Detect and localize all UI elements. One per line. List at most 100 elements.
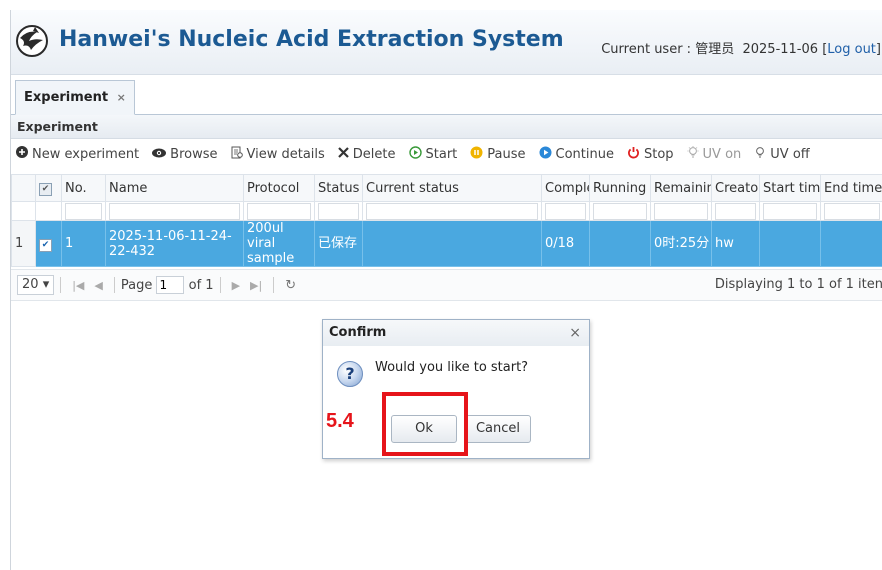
bulb-icon xyxy=(754,146,766,163)
cell-protocol: 200ul viral sample xyxy=(243,220,315,267)
cell-creator: hw xyxy=(711,220,760,267)
view-details-label: View details xyxy=(246,146,325,162)
filter-cell[interactable] xyxy=(243,201,315,221)
filter-cell[interactable] xyxy=(589,201,651,221)
column-header[interactable]: Current status xyxy=(362,174,542,202)
view-details-button[interactable]: View details xyxy=(231,146,325,163)
filter-cell[interactable] xyxy=(314,201,363,221)
column-header[interactable]: Start time xyxy=(759,174,821,202)
start-button[interactable]: Start xyxy=(408,145,457,163)
cell-name: 2025-11-06-11-24-22-432 xyxy=(105,220,244,267)
filter-input[interactable] xyxy=(65,202,102,220)
continue-label: Continue xyxy=(555,146,614,162)
experiment-table: ✔ No. Name Protocol Status Current statu… xyxy=(11,174,882,267)
divider xyxy=(273,277,275,293)
continue-button[interactable]: Continue xyxy=(539,146,614,163)
logout-link[interactable]: Log out xyxy=(827,42,876,57)
filter-cell[interactable] xyxy=(61,201,106,221)
filter-cell[interactable] xyxy=(541,201,590,221)
stop-button[interactable]: Stop xyxy=(627,146,674,163)
cancel-button[interactable]: Cancel xyxy=(465,415,531,443)
user-info: Current user : 管理员 2025-11-06 [Log out] xyxy=(601,38,881,57)
cell-no: 1 xyxy=(61,220,106,267)
column-header[interactable]: Remainin xyxy=(650,174,712,202)
filter-input[interactable] xyxy=(318,202,359,220)
filter-cell[interactable] xyxy=(820,201,882,221)
page-size-value: 20 xyxy=(22,277,39,292)
dialog-title: Confirm xyxy=(329,325,387,340)
filter-input[interactable] xyxy=(109,202,240,220)
column-header[interactable]: Protocol xyxy=(243,174,315,202)
filter-input[interactable] xyxy=(763,202,817,220)
filter-input[interactable] xyxy=(715,202,756,220)
row-checkbox[interactable]: ✔ xyxy=(39,238,52,252)
uv-on-button[interactable]: UV on xyxy=(687,145,741,163)
row-number: 1 xyxy=(11,220,36,267)
column-header[interactable]: No. xyxy=(61,174,106,202)
refresh-icon[interactable]: ↻ xyxy=(285,278,296,293)
page-number-input[interactable] xyxy=(156,276,185,294)
power-icon xyxy=(627,146,640,163)
filter-cell[interactable] xyxy=(105,201,244,221)
filter-input[interactable] xyxy=(247,202,311,220)
filter-cell[interactable] xyxy=(759,201,821,221)
select-all-cell[interactable]: ✔ xyxy=(35,174,62,202)
cell-end-time xyxy=(820,220,882,267)
tab-bar: Experiment × xyxy=(11,80,882,115)
filter-cell xyxy=(11,201,36,221)
prev-page-icon[interactable]: ◀ xyxy=(94,279,102,292)
chevron-down-icon: ▾ xyxy=(42,277,50,292)
close-icon[interactable]: × xyxy=(569,320,581,346)
x-icon xyxy=(338,146,349,162)
column-header[interactable]: Name xyxy=(105,174,244,202)
uv-off-label: UV off xyxy=(770,146,810,162)
column-header[interactable]: Running t xyxy=(589,174,651,202)
app-window: Hanwei's Nucleic Acid Extraction System … xyxy=(10,10,882,570)
table-row[interactable]: 1 ✔ 1 2025-11-06-11-24-22-432 200ul vira… xyxy=(11,220,882,267)
filter-input[interactable] xyxy=(654,202,708,220)
dialog-header: Confirm × xyxy=(323,320,589,346)
delete-button[interactable]: Delete xyxy=(338,147,396,162)
next-page-icon[interactable]: ▶ xyxy=(232,279,240,292)
eye-icon xyxy=(152,147,167,162)
filter-input[interactable] xyxy=(366,202,538,220)
first-page-icon[interactable]: |◀ xyxy=(72,279,84,292)
divider xyxy=(113,277,115,293)
filter-cell xyxy=(35,201,62,221)
column-header[interactable]: End time xyxy=(820,174,882,202)
filter-input[interactable] xyxy=(545,202,586,220)
filter-input[interactable] xyxy=(824,202,880,220)
select-all-checkbox[interactable]: ✔ xyxy=(39,183,52,196)
filter-input[interactable] xyxy=(593,202,647,220)
tab-experiment[interactable]: Experiment × xyxy=(15,80,135,115)
tab-label: Experiment xyxy=(24,90,109,105)
last-page-icon[interactable]: ▶| xyxy=(250,279,262,292)
pause-label: Pause xyxy=(487,146,526,162)
uv-off-button[interactable]: UV off xyxy=(754,146,810,163)
dialog-message: Would you like to start? xyxy=(375,360,529,375)
continue-icon xyxy=(539,146,552,163)
pause-circle-icon xyxy=(470,146,483,163)
question-icon: ? xyxy=(337,361,363,387)
divider xyxy=(60,277,62,293)
column-header[interactable]: Creator xyxy=(711,174,760,202)
filter-cell[interactable] xyxy=(362,201,542,221)
stop-label: Stop xyxy=(643,146,674,162)
new-experiment-label: New experiment xyxy=(32,146,140,162)
filter-cell[interactable] xyxy=(650,201,712,221)
panel-title: Experiment xyxy=(11,115,882,139)
cell-remaining: 0时:25分 xyxy=(650,220,712,267)
column-header[interactable]: Comple xyxy=(541,174,590,202)
column-header[interactable]: Status xyxy=(314,174,363,202)
page-size-select[interactable]: 20 ▾ xyxy=(17,275,55,295)
browse-button[interactable]: Browse xyxy=(152,147,218,162)
new-experiment-button[interactable]: New experiment xyxy=(16,146,139,162)
page-label: Page xyxy=(120,277,153,293)
tab-close-icon[interactable]: × xyxy=(117,91,126,104)
delete-label: Delete xyxy=(352,146,396,162)
table-header-row: ✔ No. Name Protocol Status Current statu… xyxy=(11,174,882,202)
filter-cell[interactable] xyxy=(711,201,760,221)
row-checkbox-cell[interactable]: ✔ xyxy=(35,220,62,267)
pause-button[interactable]: Pause xyxy=(470,146,526,163)
app-header: Hanwei's Nucleic Acid Extraction System … xyxy=(11,10,882,75)
